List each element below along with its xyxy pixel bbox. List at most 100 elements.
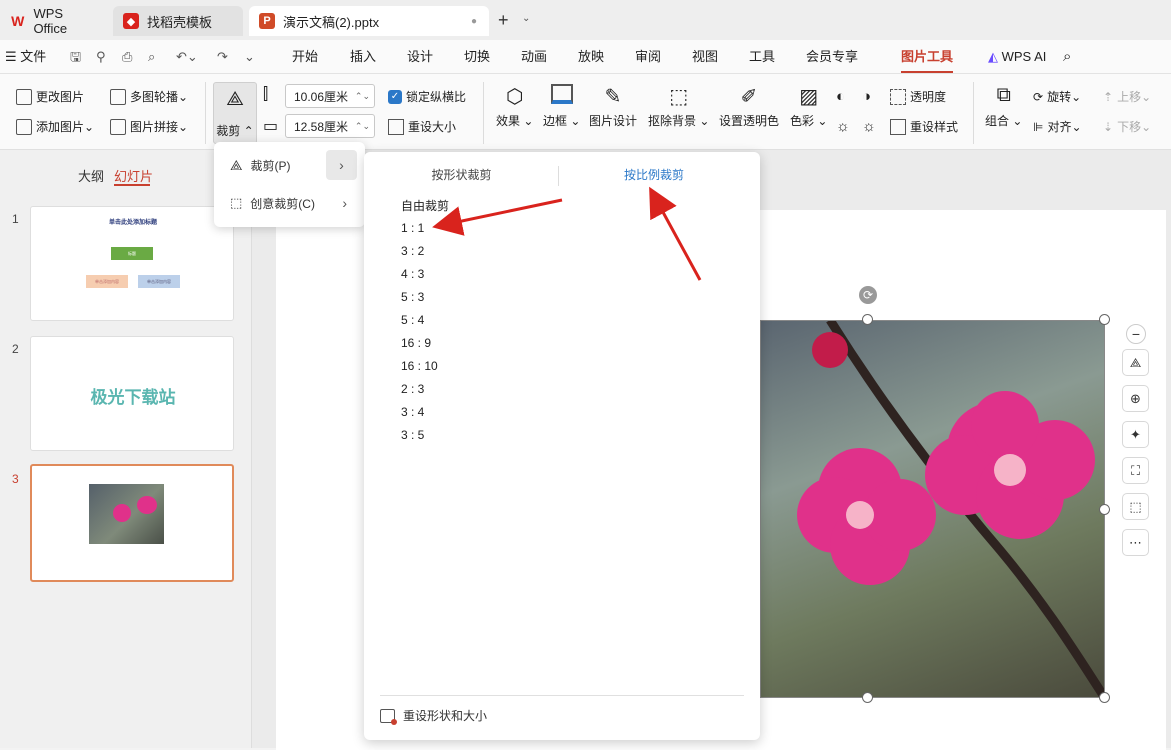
align-icon: ⊫ <box>1033 119 1044 134</box>
tab-crop-by-ratio[interactable]: 按比例裁剪 <box>559 166 749 183</box>
color-button[interactable]: ▨ 色彩 ⌄ <box>790 84 827 129</box>
menu-insert[interactable]: 插入 <box>350 40 376 73</box>
reset-shape-size-button[interactable]: 重设形状和大小 <box>380 707 487 725</box>
resize-handle-top[interactable] <box>862 314 873 325</box>
width-input[interactable]: 10.06厘米 ⌃⌄ <box>285 84 375 108</box>
menu-design[interactable]: 设计 <box>407 40 433 73</box>
print-preview-icon[interactable]: ⌕ <box>148 40 155 73</box>
picture-stitch-button[interactable]: 图片拼接 ⌄ <box>110 118 188 135</box>
set-transparent-color-button[interactable]: ✐ 设置透明色 <box>719 84 779 129</box>
transparency-button[interactable]: 透明度 <box>890 88 946 105</box>
width-spinner-icon[interactable]: ⌃⌄ <box>355 91 370 102</box>
resize-handle-right[interactable] <box>1099 504 1110 515</box>
lock-ratio-checkbox[interactable]: ✓ 锁定纵横比 <box>388 88 466 105</box>
menu-picture-tools[interactable]: 图片工具 <box>901 40 954 73</box>
slide-number: 1 <box>12 212 19 226</box>
contrast-up-icon[interactable]: ◐ <box>836 88 845 105</box>
float-magic-icon[interactable]: ✦ <box>1122 421 1149 448</box>
menu-review[interactable]: 审阅 <box>635 40 661 73</box>
stitch-icon <box>110 118 126 135</box>
rotate-button[interactable]: ⟳ 旋转 ⌄ <box>1033 88 1081 105</box>
carousel-icon <box>110 88 126 105</box>
ratio-option[interactable]: 2 : 3 <box>401 382 424 396</box>
tab-docer-templates[interactable]: ◆ 找稻壳模板 <box>113 6 243 36</box>
remove-background-button[interactable]: ⬚ 抠除背景 ⌄ <box>648 84 709 129</box>
tab-crop-by-shape[interactable]: 按形状裁剪 <box>364 166 559 183</box>
ratio-option[interactable]: 5 : 3 <box>401 290 424 304</box>
menu-transition[interactable]: 切换 <box>464 40 490 73</box>
group-button[interactable]: ⧉ 组合 ⌄ <box>985 84 1022 129</box>
menu-slideshow[interactable]: 放映 <box>578 40 604 73</box>
border-button[interactable]: 边框 ⌄ <box>543 84 580 129</box>
menu-tools[interactable]: 工具 <box>749 40 775 73</box>
ratio-option[interactable]: 16 : 9 <box>401 336 431 350</box>
title-tab-bar: W WPS Office ◆ 找稻壳模板 P 演示文稿(2).pptx ● + … <box>0 0 1171 40</box>
float-more-icon[interactable]: ⋯ <box>1122 529 1149 556</box>
add-picture-button[interactable]: 添加图片 ⌄ <box>16 118 94 135</box>
tab-wps-home[interactable]: W WPS Office <box>0 6 108 36</box>
ratio-option[interactable]: 5 : 4 <box>401 313 424 327</box>
print-icon[interactable]: ⎙ <box>122 40 132 73</box>
file-menu[interactable]: ☰ 文件 <box>5 40 46 73</box>
tab-outline[interactable]: 大纲 <box>78 166 104 185</box>
rotate-handle-icon[interactable]: ⟳ <box>859 286 877 304</box>
multi-carousel-button[interactable]: 多图轮播 ⌄ <box>110 88 188 105</box>
crop-menu-item[interactable]: ⟁ 裁剪(P) <box>222 152 330 178</box>
effects-button[interactable]: ⬡ 效果 ⌄ <box>496 84 533 129</box>
menu-start[interactable]: 开始 <box>292 40 318 73</box>
slide-thumbnail-2[interactable]: 极光下载站 <box>30 336 234 451</box>
brightness-down-icon[interactable]: ☼ <box>862 118 876 135</box>
reset-size-button[interactable]: 重设大小 <box>388 118 456 135</box>
share-icon[interactable]: ⚲ <box>96 40 106 73</box>
float-zoom-icon[interactable]: ⊕ <box>1122 385 1149 412</box>
search-icon[interactable]: ⌕ <box>1063 40 1071 73</box>
slide-thumbnail-1[interactable]: 单击此处添加标题 标题 单击添加内容 单击添加内容 <box>30 206 234 321</box>
collapse-toolbar-icon[interactable]: − <box>1126 324 1146 344</box>
free-crop-option[interactable]: 自由裁剪 <box>401 197 449 214</box>
resize-handle-bottom-right[interactable] <box>1099 692 1110 703</box>
ratio-option[interactable]: 4 : 3 <box>401 267 424 281</box>
reset-style-button[interactable]: 重设样式 <box>890 118 958 135</box>
tab-presentation[interactable]: P 演示文稿(2).pptx ● <box>249 6 489 36</box>
tab-slides[interactable]: 幻灯片 <box>114 166 153 185</box>
menu-animation[interactable]: 动画 <box>521 40 547 73</box>
tab-list-chevron-icon[interactable]: ⌄ <box>522 13 530 24</box>
float-remove-bg-icon[interactable]: ⬚ <box>1122 493 1149 520</box>
save-icon[interactable]: 🖫 <box>70 40 81 73</box>
more-chevron-icon[interactable]: ⌄ <box>244 40 255 73</box>
crop-button[interactable]: ⟁ 裁剪 ⌃ <box>213 82 257 144</box>
change-picture-button[interactable]: 更改图片 <box>16 88 84 105</box>
crop-dropdown: ⟁ 裁剪(P) › ⬚ 创意裁剪(C) › <box>214 142 365 227</box>
contrast-down-icon[interactable]: ◑ <box>862 88 871 105</box>
slide-thumbnail-3[interactable] <box>30 464 234 582</box>
divider <box>380 695 744 696</box>
resize-handle-bottom[interactable] <box>862 692 873 703</box>
float-crop-icon[interactable]: ⟁ <box>1122 349 1149 376</box>
ratio-option[interactable]: 1 : 1 <box>401 221 424 235</box>
move-down-button[interactable]: ⇣ 下移 ⌄ <box>1103 118 1151 135</box>
new-tab-plus-icon[interactable]: + <box>498 10 509 31</box>
brightness-up-icon[interactable]: ☼ <box>836 118 850 135</box>
submenu-arrow-icon[interactable]: › <box>326 150 357 180</box>
ratio-option[interactable]: 16 : 10 <box>401 359 438 373</box>
creative-crop-menu-item[interactable]: ⬚ 创意裁剪(C) › <box>222 190 357 216</box>
align-button[interactable]: ⊫ 对齐 ⌄ <box>1033 118 1082 135</box>
effects-cube-icon: ⬡ <box>505 86 524 108</box>
float-focus-icon[interactable]: ⛶ <box>1122 457 1149 484</box>
wps-ai-button[interactable]: ◭ WPS AI <box>988 40 1046 73</box>
height-spinner-icon[interactable]: ⌃⌄ <box>355 121 370 132</box>
redo-icon[interactable]: ↷ <box>217 40 228 73</box>
ratio-option[interactable]: 3 : 4 <box>401 405 424 419</box>
hamburger-icon: ☰ <box>5 49 21 64</box>
move-up-button[interactable]: ⇡ 上移 ⌄ <box>1103 88 1151 105</box>
move-down-icon: ⇣ <box>1103 119 1114 134</box>
unsaved-dot-icon[interactable]: ● <box>471 16 477 27</box>
ratio-option[interactable]: 3 : 5 <box>401 428 424 442</box>
resize-handle-top-right[interactable] <box>1099 314 1110 325</box>
menu-member[interactable]: 会员专享 <box>806 40 858 73</box>
picture-design-button[interactable]: ✎ 图片设计 <box>589 84 637 129</box>
undo-icon[interactable]: ↶⌄ <box>176 40 198 73</box>
menu-view[interactable]: 视图 <box>692 40 718 73</box>
height-input[interactable]: 12.58厘米 ⌃⌄ <box>285 114 375 138</box>
ratio-option[interactable]: 3 : 2 <box>401 244 424 258</box>
